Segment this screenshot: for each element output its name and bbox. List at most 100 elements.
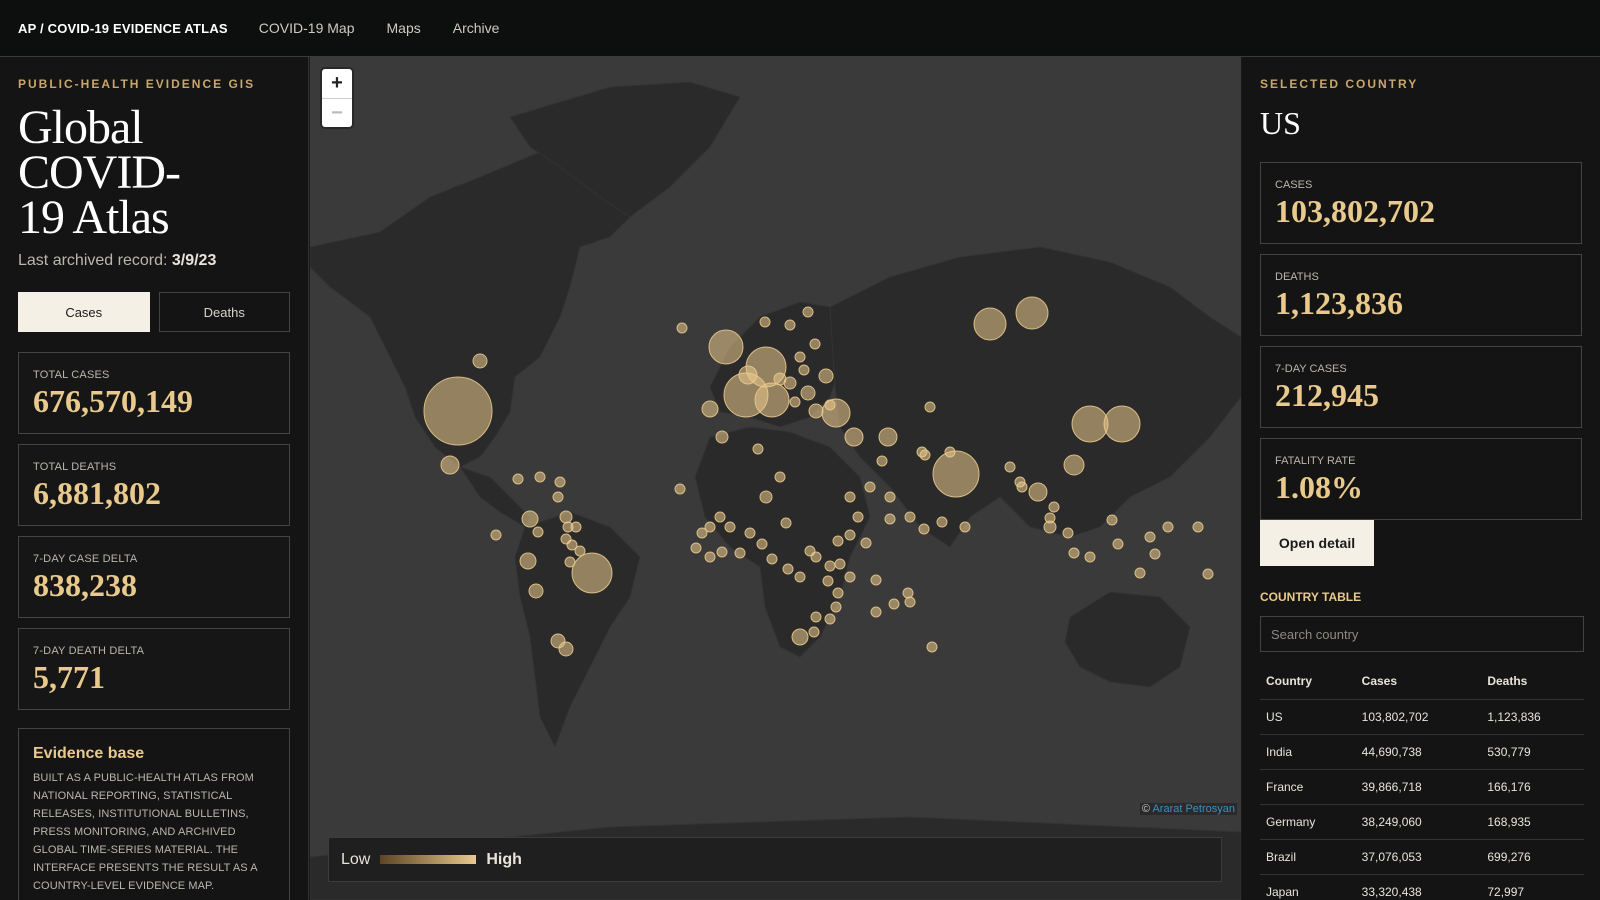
country-bubble[interactable] xyxy=(1068,547,1080,559)
country-bubble[interactable] xyxy=(834,558,846,570)
country-bubble[interactable] xyxy=(852,511,864,523)
country-bubble[interactable] xyxy=(782,563,794,575)
country-bubble[interactable] xyxy=(774,471,786,483)
country-bubble[interactable] xyxy=(744,527,756,539)
country-bubble[interactable] xyxy=(1084,551,1096,563)
country-bubble[interactable] xyxy=(676,322,688,334)
country-bubble[interactable] xyxy=(832,587,844,599)
country-bubble[interactable] xyxy=(924,401,936,413)
country-bubble[interactable] xyxy=(554,476,566,488)
country-bubble[interactable] xyxy=(824,560,836,572)
country-bubble[interactable] xyxy=(1134,567,1146,579)
country-bubble[interactable] xyxy=(766,553,778,565)
cases-toggle-button[interactable]: Cases xyxy=(18,292,150,332)
country-bubble[interactable] xyxy=(715,430,729,444)
country-bubble[interactable] xyxy=(794,351,806,363)
country-bubble[interactable] xyxy=(1004,461,1016,473)
country-bubble[interactable] xyxy=(759,490,773,504)
nav-link-archive[interactable]: Archive xyxy=(453,20,500,36)
country-bubble[interactable] xyxy=(696,527,708,539)
country-bubble[interactable] xyxy=(690,542,702,554)
country-bubble[interactable] xyxy=(519,552,537,570)
country-bubble[interactable] xyxy=(818,368,834,384)
country-bubble[interactable] xyxy=(559,510,573,524)
country-bubble[interactable] xyxy=(674,483,686,495)
table-row[interactable]: France 39,866,718 166,176 xyxy=(1260,769,1584,805)
country-bubble[interactable] xyxy=(810,551,822,563)
table-row[interactable]: Brazil 37,076,053 699,276 xyxy=(1260,839,1584,875)
country-bubble[interactable] xyxy=(558,641,574,657)
country-bubble[interactable] xyxy=(1015,296,1049,330)
country-bubble[interactable] xyxy=(808,626,820,638)
country-bubble[interactable] xyxy=(918,523,930,535)
zoom-in-button[interactable]: + xyxy=(322,69,352,98)
country-bubble[interactable] xyxy=(756,538,768,550)
country-bubble[interactable] xyxy=(789,396,801,408)
country-bubble[interactable] xyxy=(888,598,900,610)
country-bubble[interactable] xyxy=(1149,548,1161,560)
country-bubble[interactable] xyxy=(822,575,834,587)
country-bubble[interactable] xyxy=(564,556,576,568)
country-bubble[interactable] xyxy=(701,400,719,418)
nav-link-covid-map[interactable]: COVID-19 Map xyxy=(259,20,355,36)
column-header-deaths[interactable]: Deaths xyxy=(1481,664,1584,700)
country-bubble[interactable] xyxy=(959,521,971,533)
country-bubble[interactable] xyxy=(773,372,787,386)
country-bubble[interactable] xyxy=(1014,476,1026,488)
country-bubble[interactable] xyxy=(1144,531,1156,543)
country-bubble[interactable] xyxy=(532,526,544,538)
country-bubble[interactable] xyxy=(844,571,856,583)
column-header-country[interactable]: Country xyxy=(1260,664,1356,700)
country-bubble[interactable] xyxy=(824,399,836,411)
country-bubble[interactable] xyxy=(830,601,842,613)
country-bubble[interactable] xyxy=(1162,521,1174,533)
country-bubble[interactable] xyxy=(704,551,716,563)
country-bubble[interactable] xyxy=(472,353,488,369)
country-bubble[interactable] xyxy=(1103,405,1141,443)
country-bubble[interactable] xyxy=(570,521,582,533)
country-bubble[interactable] xyxy=(754,382,790,418)
zoom-out-button[interactable]: − xyxy=(322,98,352,127)
table-row[interactable]: Japan 33,320,438 72,997 xyxy=(1260,874,1584,900)
country-bubble[interactable] xyxy=(1202,568,1214,580)
country-bubble[interactable] xyxy=(1071,405,1109,443)
country-bubble[interactable] xyxy=(802,306,814,318)
country-bubble[interactable] xyxy=(800,385,816,401)
country-bubble[interactable] xyxy=(440,455,460,475)
country-bubble[interactable] xyxy=(708,329,744,365)
country-search-input[interactable] xyxy=(1260,616,1584,652)
country-bubble[interactable] xyxy=(1063,454,1085,476)
table-row[interactable]: US 103,802,702 1,123,836 xyxy=(1260,699,1584,735)
country-bubble[interactable] xyxy=(919,449,931,461)
country-bubble[interactable] xyxy=(844,529,856,541)
country-bubble[interactable] xyxy=(780,517,792,529)
country-bubble[interactable] xyxy=(870,574,882,586)
attribution-link[interactable]: Ararat Petrosyan xyxy=(1152,803,1235,815)
country-bubble[interactable] xyxy=(1048,501,1060,513)
country-bubble[interactable] xyxy=(844,427,864,447)
nav-link-maps[interactable]: Maps xyxy=(387,20,421,36)
country-bubble[interactable] xyxy=(878,427,898,447)
country-bubble[interactable] xyxy=(759,316,771,328)
country-bubble[interactable] xyxy=(784,319,796,331)
world-map[interactable]: + − © Ararat Petrosyan Low High xyxy=(310,57,1241,900)
country-bubble[interactable] xyxy=(864,481,876,493)
country-bubble[interactable] xyxy=(876,455,888,467)
country-bubble[interactable] xyxy=(870,606,882,618)
country-bubble[interactable] xyxy=(1062,527,1074,539)
country-bubble[interactable] xyxy=(574,545,586,557)
country-bubble[interactable] xyxy=(490,529,502,541)
country-bubble[interactable] xyxy=(808,403,824,419)
country-bubble[interactable] xyxy=(528,583,544,599)
country-bubble[interactable] xyxy=(944,446,956,458)
country-bubble[interactable] xyxy=(1044,512,1056,524)
country-bubble[interactable] xyxy=(1112,538,1124,550)
country-bubble[interactable] xyxy=(844,491,856,503)
country-bubble[interactable] xyxy=(512,473,524,485)
country-bubble[interactable] xyxy=(423,376,493,446)
country-bubble[interactable] xyxy=(936,516,948,528)
country-bubble[interactable] xyxy=(902,587,914,599)
country-bubble[interactable] xyxy=(973,307,1007,341)
country-bubble[interactable] xyxy=(884,513,896,525)
brand-title[interactable]: AP / COVID-19 EVIDENCE ATLAS xyxy=(18,21,228,36)
